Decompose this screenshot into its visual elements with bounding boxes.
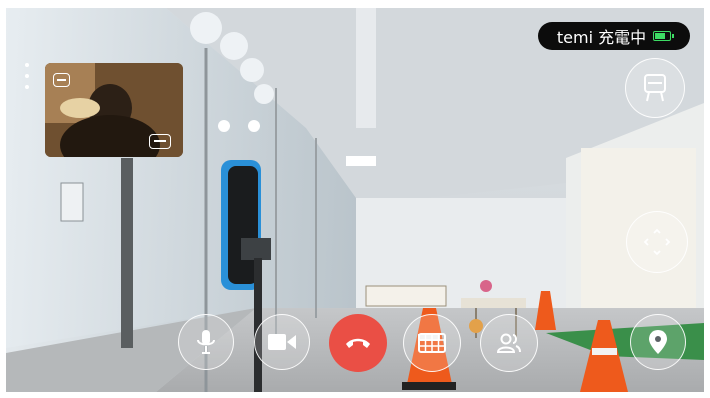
hang-up-button[interactable]	[329, 314, 387, 372]
video-feed: temi 充電中	[6, 8, 704, 392]
remote-minimize-icon[interactable]	[53, 73, 70, 87]
keypad-icon	[418, 333, 446, 353]
remote-switch-icon[interactable]	[149, 134, 171, 149]
mic-button[interactable]	[178, 314, 234, 370]
camera-button[interactable]	[254, 314, 310, 370]
people-icon	[496, 333, 521, 353]
video-camera-icon	[268, 334, 296, 350]
robot-status-badge: temi 充電中	[538, 22, 690, 50]
robot-icon	[644, 74, 666, 102]
remote-video-preview[interactable]	[45, 63, 183, 157]
participants-button[interactable]	[480, 314, 538, 372]
status-text: temi 充電中	[556, 28, 647, 47]
battery-icon	[653, 31, 675, 41]
phone-hangup-icon	[346, 338, 370, 348]
more-options-menu-icon[interactable]	[23, 63, 31, 89]
location-button[interactable]	[630, 314, 686, 370]
map-pin-icon	[649, 330, 667, 354]
movement-button[interactable]	[626, 211, 688, 273]
robot-view-button[interactable]	[625, 58, 685, 118]
microphone-icon	[197, 330, 215, 354]
move-arrows-icon	[643, 228, 671, 256]
keypad-button[interactable]	[403, 314, 461, 372]
